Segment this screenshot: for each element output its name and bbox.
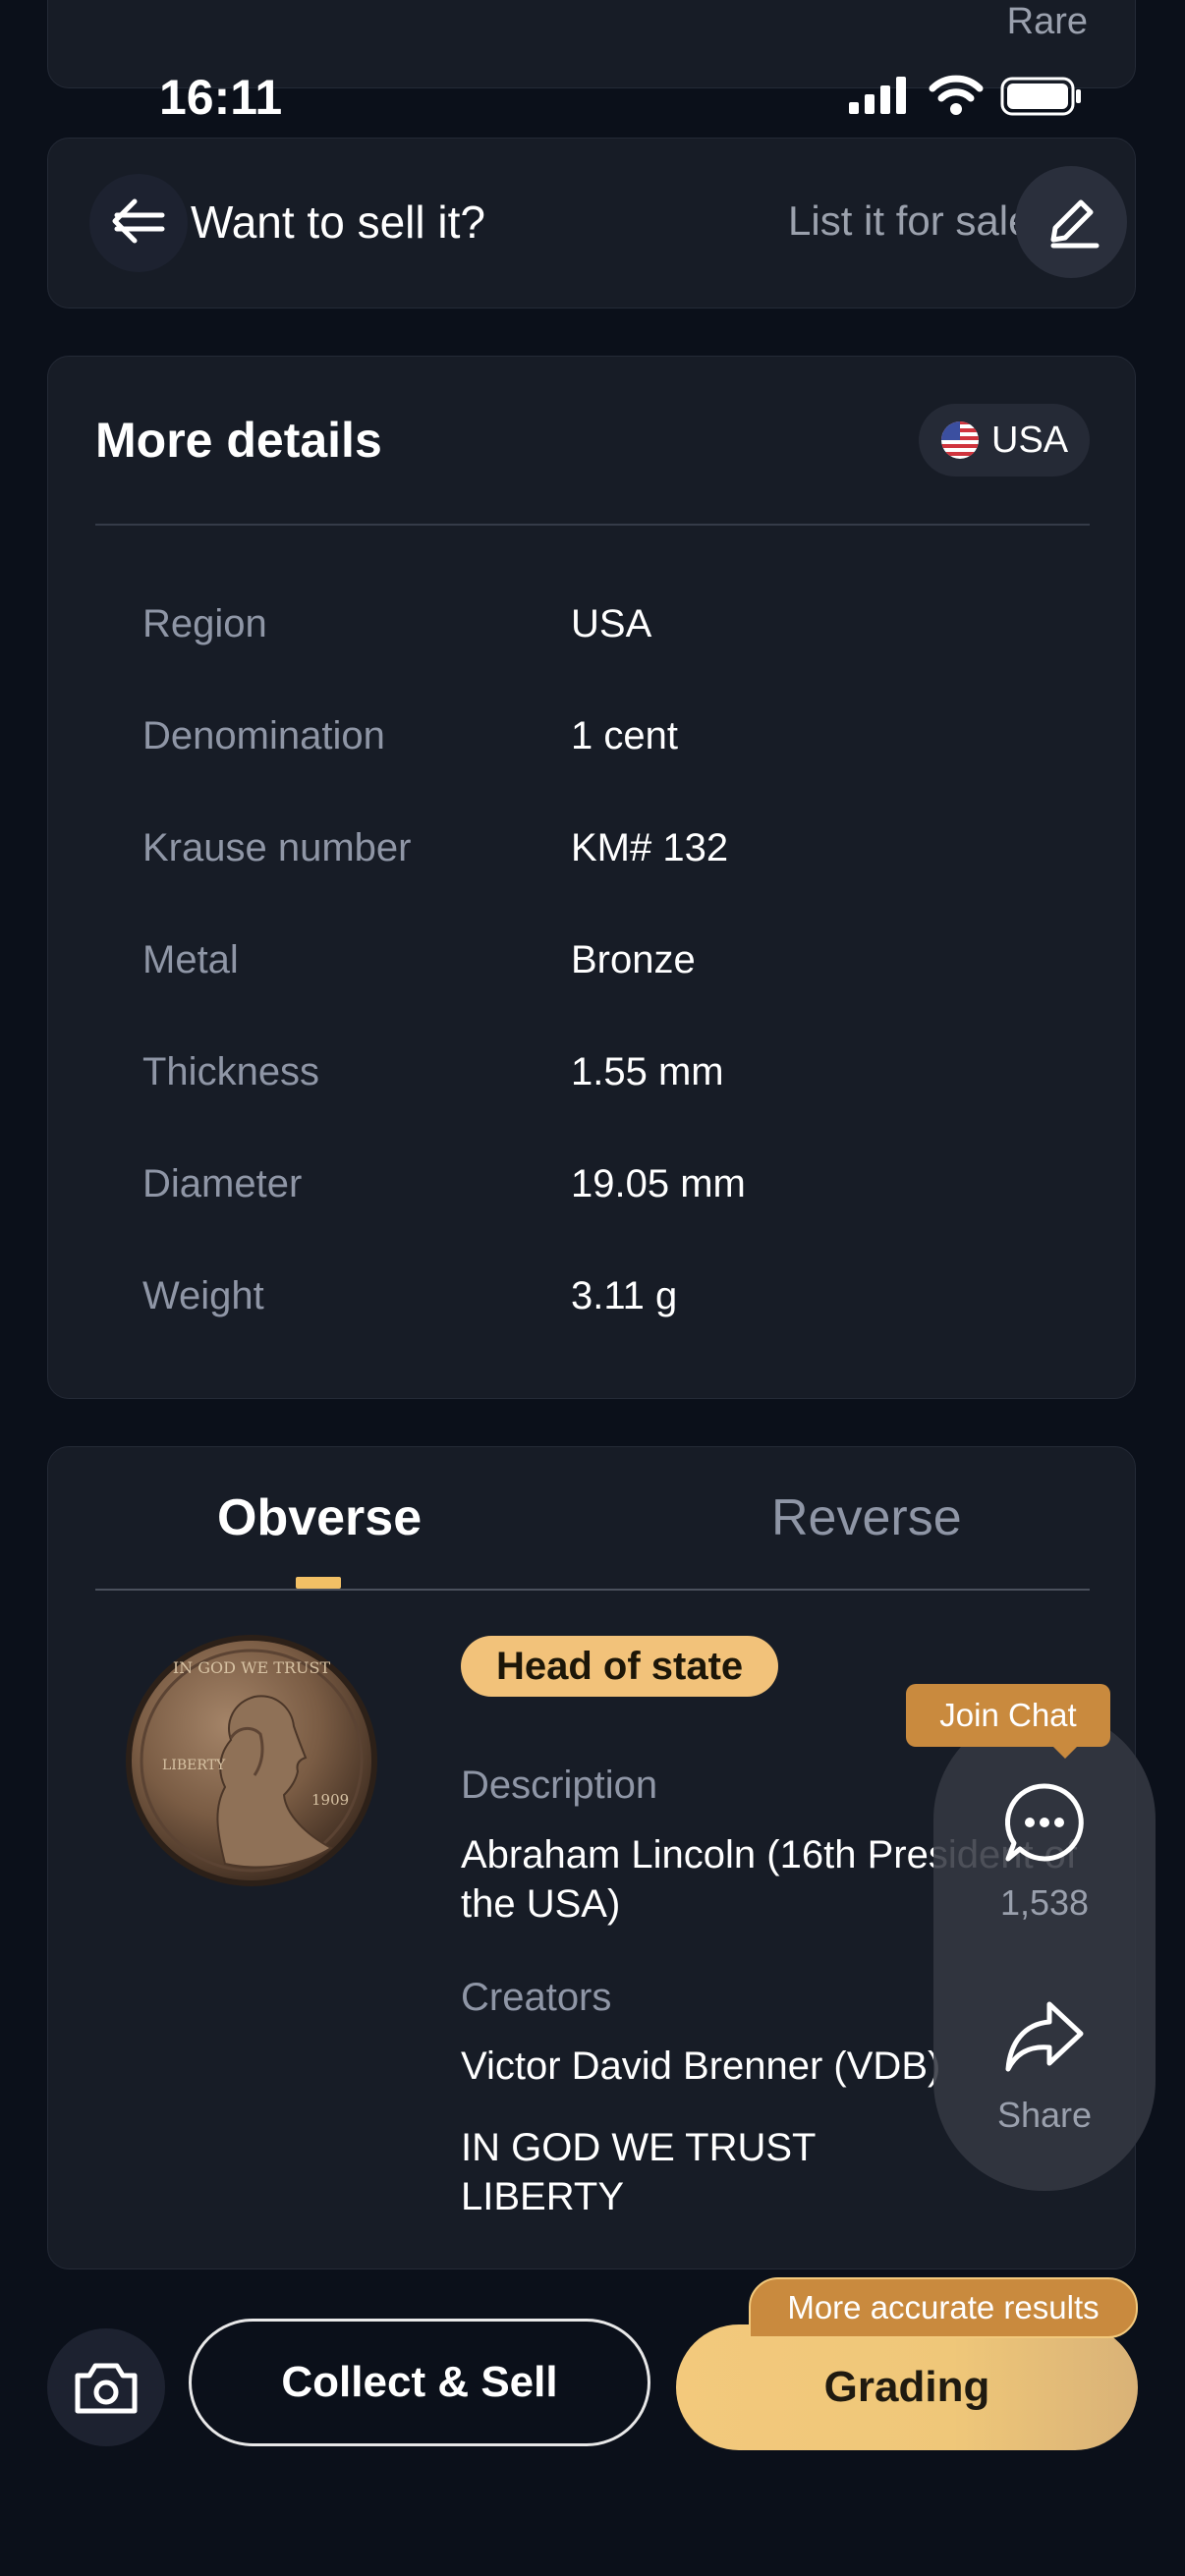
detail-value: 1 cent <box>571 714 678 757</box>
detail-row-weight: Weight 3.11 g <box>142 1274 1086 1333</box>
grading-badge: More accurate results <box>749 2277 1138 2338</box>
collect-sell-button[interactable]: Collect & Sell <box>189 2319 650 2446</box>
share-icon[interactable] <box>1002 1994 1087 2079</box>
chat-count: 1,538 <box>999 1882 1090 1923</box>
creators-label: Creators <box>461 1976 612 2019</box>
detail-row-region: Region USA <box>142 602 1086 661</box>
divider <box>95 524 1090 526</box>
camera-button[interactable] <box>47 2328 165 2446</box>
inscription-line: LIBERTY <box>461 2175 624 2218</box>
details-card: More details USA Region USA Denomination… <box>47 356 1136 1399</box>
wifi-icon <box>929 75 984 115</box>
detail-value: Bronze <box>571 938 696 981</box>
detail-value: KM# 132 <box>571 826 729 869</box>
detail-label: Diameter <box>142 1162 303 1205</box>
details-title: More details <box>95 413 382 468</box>
chat-icon[interactable] <box>1002 1780 1087 1865</box>
camera-icon <box>75 2363 138 2414</box>
sell-banner[interactable]: Want to sell it? List it for sale <box>47 138 1136 308</box>
us-flag-icon <box>941 421 979 459</box>
sell-title: Want to sell it? <box>191 196 485 248</box>
category-tag: Head of state <box>461 1636 779 1697</box>
battery-icon <box>1000 77 1081 116</box>
detail-label: Denomination <box>142 714 385 757</box>
description-label: Description <box>461 1764 658 1807</box>
tab-active-indicator <box>296 1577 341 1589</box>
detail-label: Thickness <box>142 1050 320 1093</box>
creators-text: Victor David Brenner (VDB) <box>461 2044 941 2088</box>
detail-value: 19.05 mm <box>571 1162 746 1205</box>
back-button[interactable] <box>89 174 188 272</box>
signal-icon <box>849 77 906 114</box>
coin-obverse-image[interactable]: IN GOD WE TRUST LIBERTY 1909 <box>123 1632 380 1889</box>
region-chip[interactable]: USA <box>919 404 1090 476</box>
status-time: 16:11 <box>159 70 283 125</box>
back-arrow-icon <box>112 198 165 244</box>
rarity-label: Rare <box>1006 1 1088 42</box>
edit-button[interactable] <box>1015 166 1127 278</box>
tab-divider <box>95 1589 1090 1591</box>
tooltip-tail <box>1051 1745 1079 1759</box>
svg-text:LIBERTY: LIBERTY <box>162 1758 226 1773</box>
detail-label: Weight <box>142 1274 264 1317</box>
svg-text:IN GOD WE TRUST: IN GOD WE TRUST <box>173 1658 331 1677</box>
detail-row-diameter: Diameter 19.05 mm <box>142 1162 1086 1221</box>
detail-value: USA <box>571 602 652 645</box>
detail-row-krause-number: Krause number KM# 132 <box>142 826 1086 885</box>
detail-value: 3.11 g <box>571 1274 678 1317</box>
join-chat-tooltip[interactable]: Join Chat <box>906 1684 1110 1747</box>
tab-obverse[interactable]: Obverse <box>217 1488 422 1547</box>
detail-label: Krause number <box>142 826 412 869</box>
status-bar: 16:11 <box>0 59 1185 138</box>
detail-value: 1.55 mm <box>571 1050 724 1093</box>
detail-label: Region <box>142 602 267 645</box>
detail-row-metal: Metal Bronze <box>142 938 1086 997</box>
list-for-sale-link[interactable]: List it for sale <box>788 197 1031 245</box>
grading-button[interactable]: Grading <box>676 2324 1138 2450</box>
share-label[interactable]: Share <box>933 2095 1156 2136</box>
detail-label: Metal <box>142 938 239 981</box>
detail-row-denomination: Denomination 1 cent <box>142 714 1086 773</box>
svg-text:1909: 1909 <box>311 1791 349 1809</box>
tab-reverse[interactable]: Reverse <box>771 1488 962 1547</box>
pencil-icon <box>1050 199 1100 249</box>
detail-row-thickness: Thickness 1.55 mm <box>142 1050 1086 1109</box>
region-chip-label: USA <box>991 419 1069 461</box>
